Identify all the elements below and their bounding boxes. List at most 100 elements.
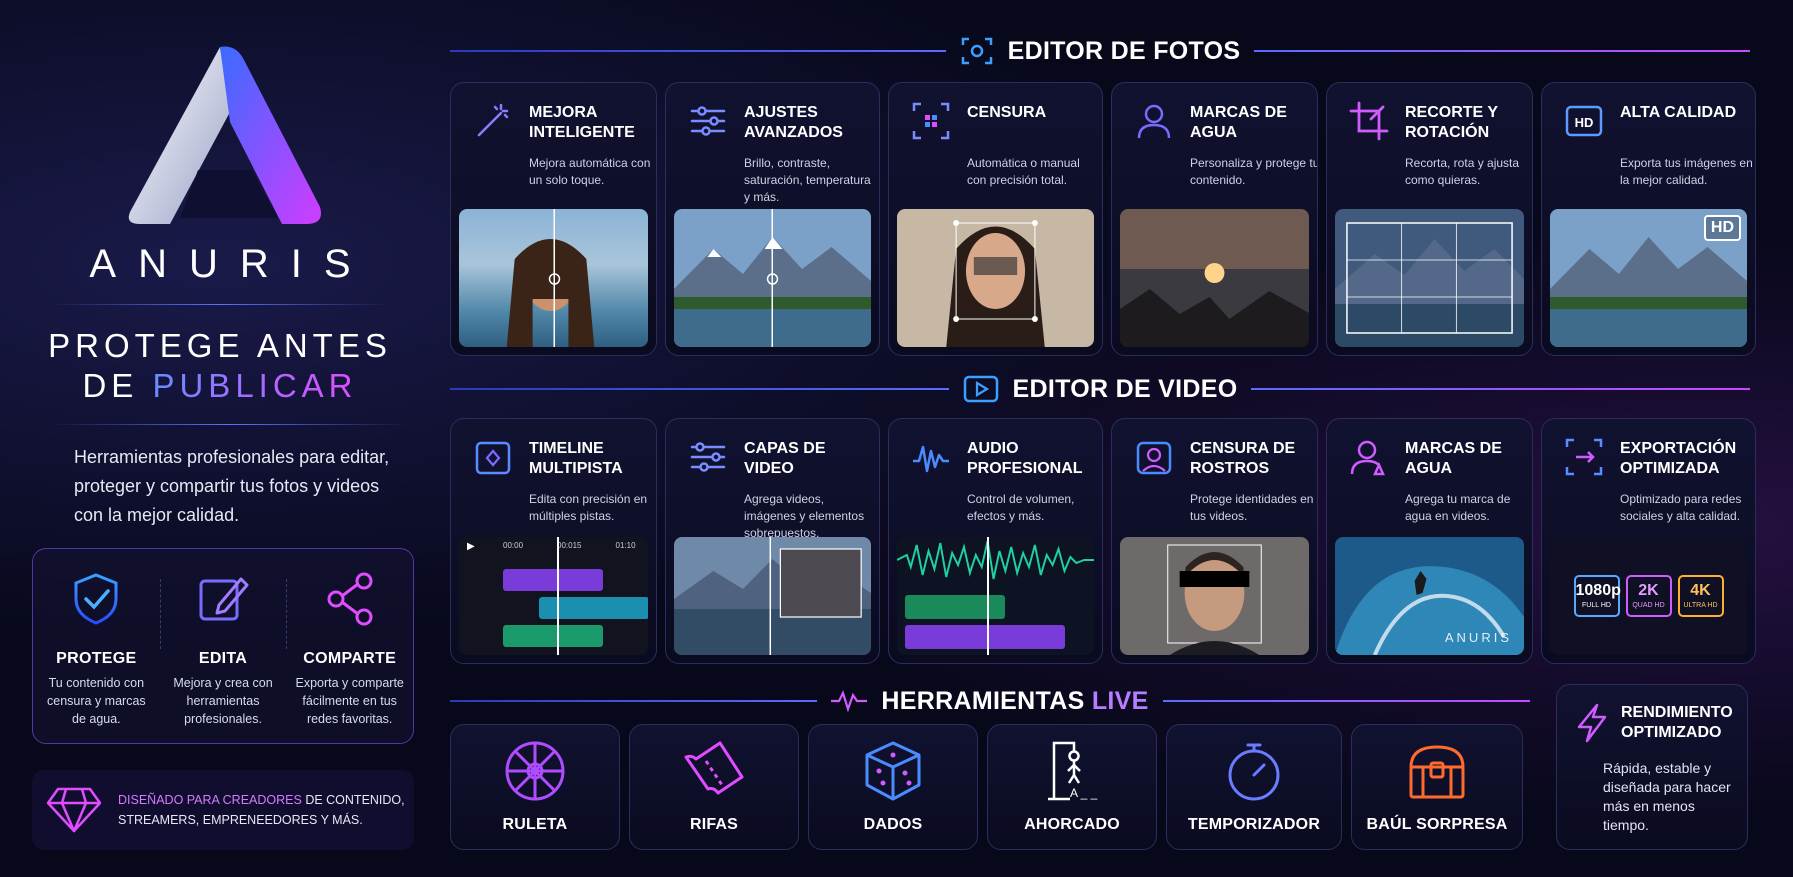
- divider: [50, 424, 410, 425]
- card-text: Protege identidades en tus videos.: [1190, 492, 1314, 523]
- blur-face-icon: [912, 102, 950, 140]
- format-1080p-button[interactable]: 1080p FULL HD: [1573, 575, 1621, 617]
- live-tool-dados[interactable]: DADOS: [808, 724, 978, 850]
- live-tool-rifas[interactable]: RIFAS: [629, 724, 799, 850]
- share-icon: [327, 572, 373, 626]
- card-text: Brillo, contraste, saturación, temperatu…: [744, 156, 871, 204]
- music-track[interactable]: [503, 625, 603, 647]
- censored-portrait-image: [897, 209, 1094, 347]
- pulse-icon: [831, 690, 868, 713]
- tagline: PROTEGE ANTES DE PUBLICAR: [0, 326, 440, 406]
- header-line: [1254, 50, 1750, 52]
- card-ajustes-avanzados[interactable]: AJUSTES AVANZADOS Brillo, contraste, sat…: [665, 82, 880, 356]
- feature-summary: PROTEGE Tu contenido con censura y marca…: [32, 548, 414, 744]
- card-marcas-agua-video[interactable]: MARCAS DE AGUA Agrega tu marca de agua e…: [1326, 418, 1533, 664]
- card-alta-calidad[interactable]: HD ALTA CALIDAD Exporta tus imágenes en …: [1541, 82, 1756, 356]
- shield-check-icon: [74, 573, 118, 625]
- playhead[interactable]: [557, 537, 559, 655]
- card-marcas-agua-foto[interactable]: MARCAS DE AGUA Personaliza y protege tu …: [1111, 82, 1318, 356]
- card-censura[interactable]: CENSURA Automática o manual con precisió…: [888, 82, 1103, 356]
- live-tool-temporizador[interactable]: TEMPORIZADOR: [1166, 724, 1342, 850]
- audio-wave-icon: [913, 445, 949, 473]
- card-title: AJUSTES AVANZADOS: [744, 104, 843, 141]
- format-label: 4K: [1690, 582, 1711, 599]
- live-tool-ruleta[interactable]: RULETA: [450, 724, 620, 850]
- card-text: Mejora automática con un solo toque.: [529, 156, 651, 187]
- dice-icon: [865, 741, 921, 801]
- feature-title: PROTEGE: [56, 650, 137, 667]
- portrait-before-after-image: [459, 209, 648, 347]
- creators-banner: DISEÑADO PARA CREADORES DE CONTENIDO, ST…: [32, 770, 414, 850]
- format-2k-button[interactable]: 2K QUAD HD: [1625, 575, 1672, 617]
- card-audio-profesional[interactable]: AUDIO PROFESIONAL Control de volumen, ef…: [888, 418, 1103, 664]
- section-photo-editor-header: EDITOR DE FOTOS: [450, 36, 1750, 66]
- timecode: 00:015: [557, 541, 582, 550]
- live-tool-ahorcado[interactable]: A _ _ AHORCADO: [987, 724, 1157, 850]
- format-sub: QUAD HD: [1632, 602, 1665, 609]
- tool-label: RULETA: [502, 816, 568, 833]
- card-title: CENSURA: [967, 104, 1047, 121]
- header-line: [450, 700, 818, 702]
- creators-text: DISEÑADO PARA CREADORES DE CONTENIDO, ST…: [118, 790, 414, 830]
- brand-panel: ANURIS PROTEGE ANTES DE PUBLICAR Herrami…: [0, 0, 440, 877]
- section-title: EDITOR DE VIDEO: [1012, 374, 1238, 403]
- feature-edita: EDITA Mejora y crea con herramientas pro…: [159, 549, 287, 743]
- lightning-icon: [1577, 703, 1607, 743]
- feature-text: Tu contenido con censura y marcas de agu…: [47, 676, 146, 726]
- section-video-editor-header: EDITOR DE VIDEO: [450, 374, 1751, 404]
- playhead[interactable]: [987, 537, 989, 655]
- title-prefix: HERRAMIENTAS: [881, 686, 1092, 715]
- card-censura-rostros[interactable]: CENSURA DE ROSTROS Protege identidades e…: [1111, 418, 1318, 664]
- card-text: Automática o manual con precisión total.: [967, 156, 1080, 187]
- feature-text: Mejora y crea con herramientas profesion…: [173, 676, 273, 726]
- user-watermark-icon: [1137, 104, 1171, 139]
- audio-clip[interactable]: [905, 595, 1005, 619]
- card-exportacion-optimizada[interactable]: EXPORTACIÓN OPTIMIZADA Optimizado para r…: [1541, 418, 1756, 664]
- feature-title: EDITA: [198, 650, 248, 667]
- layers-preview-image: [674, 537, 871, 655]
- section-live-tools-header: HERRAMIENTAS LIVE: [450, 686, 1531, 716]
- audio-track[interactable]: [539, 597, 648, 619]
- timeline-icon: [475, 441, 511, 475]
- tool-label: BAÚL SORPRESA: [1366, 816, 1508, 833]
- svg-text:HD: HD: [1575, 115, 1594, 130]
- mountain-lake-image: [674, 209, 871, 347]
- card-title: AUDIO PROFESIONAL: [967, 440, 1083, 477]
- hangman-icon: A _ _: [1048, 741, 1098, 801]
- video-track[interactable]: [503, 569, 603, 591]
- brand-name: ANURIS: [89, 242, 373, 286]
- format-4k-button[interactable]: 4K ULTRA HD: [1677, 575, 1724, 617]
- card-title: RECORTE Y ROTACIÓN: [1405, 104, 1498, 141]
- card-text: Exporta tus imágenes en la mejor calidad…: [1620, 156, 1753, 187]
- layers-icon: [690, 442, 726, 472]
- card-title: EXPORTACIÓN OPTIMIZADA: [1620, 440, 1737, 477]
- header-line: [1162, 700, 1531, 702]
- live-tool-baul-sorpresa[interactable]: BAÚL SORPRESA: [1351, 724, 1523, 850]
- card-text: Agrega tu marca de agua en videos.: [1405, 492, 1511, 523]
- card-text: Edita con precisión en múltiples pistas.: [529, 492, 648, 523]
- performance-card: RENDIMIENTO OPTIMIZADO Rápida, estable y…: [1556, 684, 1748, 850]
- card-title: CAPAS DE VIDEO: [744, 440, 826, 477]
- card-recorte-rotacion[interactable]: RECORTE Y ROTACIÓN Recorta, rota y ajust…: [1326, 82, 1533, 356]
- card-timeline-multipista[interactable]: TIMELINE MULTIPISTA Edita con precisión …: [450, 418, 657, 664]
- audio-waveform-preview: [897, 537, 1094, 655]
- card-title: MARCAS DE AGUA: [1405, 440, 1502, 477]
- header-line: [1251, 388, 1751, 390]
- card-capas-video[interactable]: CAPAS DE VIDEO Agrega videos, imágenes y…: [665, 418, 880, 664]
- timecode: 01:10: [615, 541, 636, 550]
- feature-protege: PROTEGE Tu contenido con censura y marca…: [33, 549, 160, 743]
- hd-icon: HD: [1565, 105, 1603, 137]
- hd-landscape-image: HD: [1550, 209, 1747, 347]
- card-mejora-inteligente[interactable]: MEJORA INTELIGENTE Mejora automática con…: [450, 82, 657, 356]
- audio-clip[interactable]: [905, 625, 1065, 649]
- card-text: Control de volumen, efectos y más.: [967, 492, 1075, 523]
- card-text: Recorta, rota y ajusta como quieras.: [1405, 156, 1520, 187]
- stopwatch-icon: [1228, 743, 1280, 801]
- card-text: Optimizado para redes sociales y alta ca…: [1620, 492, 1742, 523]
- tool-label: DADOS: [863, 816, 923, 833]
- header-line: [450, 50, 946, 52]
- video-play-icon: [963, 375, 998, 403]
- edit-pencil-icon: [199, 577, 249, 621]
- photo-editor-cards: MEJORA INTELIGENTE Mejora automática con…: [450, 82, 1756, 356]
- play-icon[interactable]: ▶: [467, 541, 475, 552]
